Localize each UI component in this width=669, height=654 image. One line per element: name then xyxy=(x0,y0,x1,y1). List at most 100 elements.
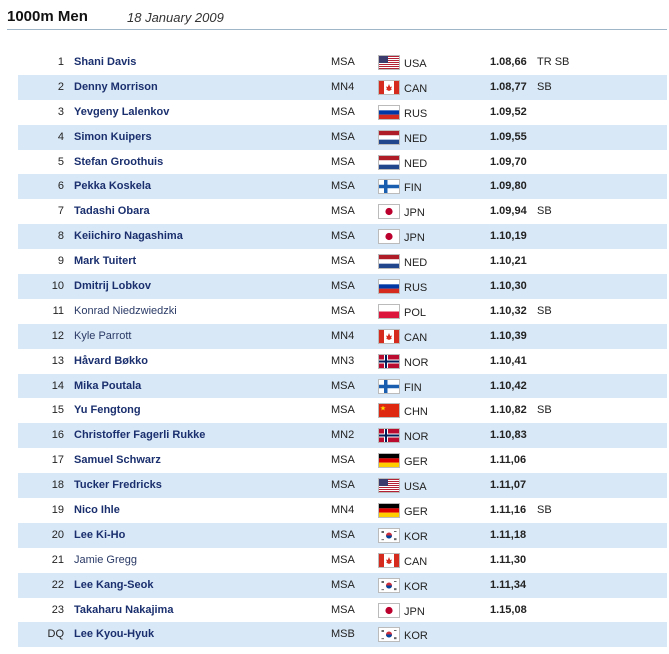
result-row: 21 Jamie Gregg MSA CAN 1.11,30 xyxy=(18,548,667,573)
division-cell: MSA xyxy=(331,578,355,591)
ger-flag-icon xyxy=(379,504,399,518)
ger-flag-icon xyxy=(379,454,399,468)
division-cell: MSA xyxy=(331,553,355,566)
division-cell: MSA xyxy=(331,603,355,616)
division-cell: MSA xyxy=(331,454,355,467)
result-row: 6 Pekka Koskela MSA FIN 1.09,80 xyxy=(18,174,667,200)
time-cell: 1.10,41 xyxy=(490,354,527,367)
rank-cell: 3 xyxy=(57,105,64,118)
result-row: 17 Samuel Schwarz MSA GER 1.11,06 xyxy=(18,448,667,473)
result-row: 4 Simon Kuipers MSA NED 1.09,55 xyxy=(18,124,667,150)
chn-flag-icon xyxy=(379,404,399,418)
fin-flag-icon xyxy=(379,379,399,393)
country-code: NED xyxy=(404,132,428,145)
jpn-flag-icon xyxy=(379,230,399,244)
athlete-name: Stefan Groothuis xyxy=(74,155,164,168)
result-row: 10 Dmitrij Lobkov MSA RUS 1.10,30 xyxy=(18,274,667,299)
division-cell: MSB xyxy=(331,628,355,641)
athlete-name: Yevgeny Lalenkov xyxy=(74,105,170,118)
country-code: FIN xyxy=(404,381,422,394)
rus-flag-icon xyxy=(379,105,399,119)
division-cell: MSA xyxy=(331,230,355,243)
rank-cell: 16 xyxy=(51,429,64,442)
division-cell: MSA xyxy=(331,255,355,268)
rank-cell: 8 xyxy=(57,230,64,243)
rank-cell: 6 xyxy=(57,180,64,193)
rank-cell: 11 xyxy=(52,304,64,317)
rank-cell: 15 xyxy=(51,404,64,417)
division-cell: MSA xyxy=(331,56,355,68)
athlete-name: Takaharu Nakajima xyxy=(74,603,174,616)
country-code: KOR xyxy=(404,580,428,593)
result-row: 23 Takaharu Nakajima MSA JPN 1.15,08 xyxy=(18,598,667,623)
division-cell: MSA xyxy=(331,379,355,392)
country-code: CAN xyxy=(404,555,428,568)
nor-flag-icon xyxy=(379,354,399,368)
result-row: 5 Stefan Groothuis MSA NED 1.09,70 xyxy=(18,150,667,175)
athlete-name: Keiichiro Nagashima xyxy=(74,230,183,243)
division-cell: MSA xyxy=(331,304,355,317)
record-note: SB xyxy=(537,404,552,417)
usa-flag-icon xyxy=(379,479,399,493)
time-cell: 1.11,06 xyxy=(490,454,527,467)
event-date: 18 January 2009 xyxy=(127,10,224,25)
result-row: 9 Mark Tuitert MSA NED 1.10,21 xyxy=(18,249,667,274)
country-code: GER xyxy=(404,456,428,469)
country-code: FIN xyxy=(404,182,422,195)
athlete-name: Mark Tuitert xyxy=(74,255,137,268)
fin-flag-icon xyxy=(379,180,399,194)
time-cell: 1.09,55 xyxy=(490,130,527,143)
rank-cell: 12 xyxy=(51,329,64,342)
division-cell: MN4 xyxy=(331,329,355,342)
athlete-name: Shani Davis xyxy=(74,56,137,68)
athlete-name: Dmitrij Lobkov xyxy=(74,280,152,293)
country-code: RUS xyxy=(404,282,428,295)
rank-cell: 17 xyxy=(51,454,64,467)
result-row: 20 Lee Ki-Ho MSA KOR 1.11,18 xyxy=(18,522,667,548)
result-row: 11 Konrad Niedzwiedzki MSA POL 1.10,32 SB xyxy=(18,299,667,324)
ned-flag-icon xyxy=(379,255,399,269)
result-row: 19 Nico Ihle MN4 GER 1.11,16 SB xyxy=(18,498,667,523)
athlete-name: Pekka Koskela xyxy=(74,180,152,193)
athlete-name: Denny Morrison xyxy=(74,80,158,93)
time-cell: 1.09,94 xyxy=(490,205,527,218)
athlete-name: Jamie Gregg xyxy=(74,553,137,566)
country-code: NOR xyxy=(404,356,429,369)
division-cell: MSA xyxy=(331,105,355,118)
country-code: KOR xyxy=(404,530,428,543)
country-code: USA xyxy=(404,481,427,494)
division-cell: MN2 xyxy=(331,429,355,442)
athlete-name: Lee Ki-Ho xyxy=(74,528,126,541)
rank-cell: 7 xyxy=(57,205,64,218)
athlete-name: Lee Kang-Seok xyxy=(74,578,154,591)
result-row: 13 Håvard Bøkko MN3 NOR 1.10,41 xyxy=(18,349,667,374)
division-cell: MSA xyxy=(331,130,355,143)
result-row: 22 Lee Kang-Seok MSA KOR 1.11,34 xyxy=(18,572,667,598)
division-cell: MN4 xyxy=(331,80,355,93)
country-code: CAN xyxy=(404,331,428,344)
athlete-name: Lee Kyou-Hyuk xyxy=(74,628,155,641)
division-cell: MSA xyxy=(331,180,355,193)
ned-flag-icon xyxy=(379,130,399,144)
athlete-name: Mika Poutala xyxy=(74,379,142,392)
time-cell: 1.11,16 xyxy=(490,504,527,517)
country-code: NED xyxy=(404,257,428,270)
record-note: SB xyxy=(537,304,552,317)
record-note: SB xyxy=(537,80,552,93)
time-cell: 1.10,21 xyxy=(490,255,527,268)
rank-cell: 1 xyxy=(57,56,64,68)
time-cell: 1.10,19 xyxy=(490,230,527,243)
athlete-name: Samuel Schwarz xyxy=(74,454,161,467)
athlete-name: Yu Fengtong xyxy=(74,404,141,417)
result-row: 3 Yevgeny Lalenkov MSA RUS 1.09,52 xyxy=(18,100,667,125)
record-note: TR SB xyxy=(537,56,570,68)
result-row: 1 Shani Davis MSA USA 1.08,66 TR SB xyxy=(18,50,667,75)
country-code: NED xyxy=(404,157,428,170)
time-cell: 1.15,08 xyxy=(490,603,527,616)
athlete-name: Simon Kuipers xyxy=(74,130,152,143)
time-cell: 1.08,77 xyxy=(490,80,527,93)
kor-flag-icon xyxy=(379,528,399,542)
can-flag-icon xyxy=(379,553,399,567)
athlete-name: Tucker Fredricks xyxy=(74,479,162,492)
country-code: RUS xyxy=(404,107,428,120)
